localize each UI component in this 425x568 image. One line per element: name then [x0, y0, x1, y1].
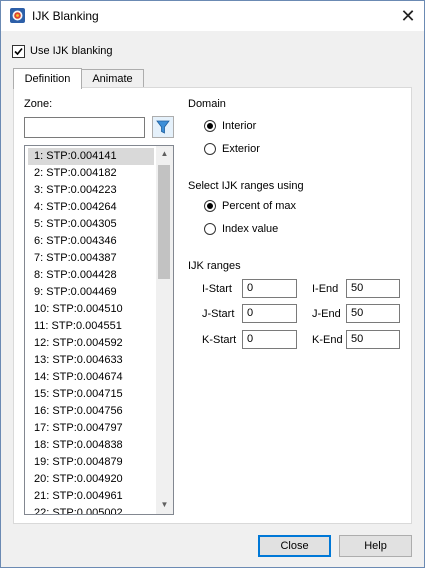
list-item[interactable]: 17: STP:0.004797	[28, 420, 154, 437]
list-item[interactable]: 12: STP:0.004592	[28, 335, 154, 352]
j-start-field[interactable]: 0	[242, 304, 297, 323]
scroll-down-icon[interactable]: ▼	[156, 500, 173, 509]
use-ijk-blanking-checkbox[interactable]	[12, 45, 25, 58]
percent-of-max-radio[interactable]	[204, 200, 216, 212]
list-item[interactable]: 1: STP:0.004141	[28, 148, 154, 165]
tab-animate-label: Animate	[92, 73, 133, 85]
tab-definition[interactable]: Definition	[13, 68, 82, 89]
exterior-label: Exterior	[222, 143, 260, 155]
scroll-thumb[interactable]	[158, 165, 170, 279]
j-start-label: J-Start	[202, 308, 235, 320]
window-title: IJK Blanking	[32, 9, 99, 23]
list-item[interactable]: 16: STP:0.004756	[28, 403, 154, 420]
i-end-field[interactable]: 50	[346, 279, 400, 298]
list-item[interactable]: 3: STP:0.004223	[28, 182, 154, 199]
scroll-up-icon[interactable]: ▲	[156, 149, 173, 158]
help-button[interactable]: Help	[339, 535, 412, 557]
zone-filter-input[interactable]	[24, 117, 145, 138]
list-item[interactable]: 15: STP:0.004715	[28, 386, 154, 403]
i-end-label: I-End	[312, 283, 339, 295]
zone-list-scrollbar[interactable]: ▲ ▼	[156, 146, 173, 514]
j-end-label: J-End	[312, 308, 341, 320]
close-window-icon[interactable]: ✕	[396, 4, 420, 28]
index-value-label: Index value	[222, 223, 279, 235]
k-start-label: K-Start	[202, 334, 237, 346]
k-end-field[interactable]: 50	[346, 330, 400, 349]
list-item[interactable]: 22: STP:0.005002	[28, 505, 154, 514]
exterior-radio[interactable]	[204, 143, 216, 155]
filter-funnel-icon	[156, 120, 170, 134]
percent-of-max-label: Percent of max	[222, 200, 296, 212]
interior-radio[interactable]	[204, 120, 216, 132]
zone-filter-button[interactable]	[152, 116, 174, 138]
list-item[interactable]: 11: STP:0.004551	[28, 318, 154, 335]
select-using-label: Select IJK ranges using	[188, 180, 304, 192]
ijk-ranges-label: IJK ranges	[188, 260, 241, 272]
close-button[interactable]: Close	[258, 535, 331, 557]
list-item[interactable]: 4: STP:0.004264	[28, 199, 154, 216]
domain-label: Domain	[188, 98, 226, 110]
list-item[interactable]: 19: STP:0.004879	[28, 454, 154, 471]
list-item[interactable]: 20: STP:0.004920	[28, 471, 154, 488]
list-item[interactable]: 13: STP:0.004633	[28, 352, 154, 369]
list-item[interactable]: 9: STP:0.004469	[28, 284, 154, 301]
interior-label: Interior	[222, 120, 257, 132]
list-item[interactable]: 5: STP:0.004305	[28, 216, 154, 233]
app-icon	[10, 8, 25, 23]
list-item[interactable]: 18: STP:0.004838	[28, 437, 154, 454]
ijk-blanking-dialog: IJK Blanking ✕ Use IJK blanking Definiti…	[0, 0, 425, 568]
index-value-radio[interactable]	[204, 223, 216, 235]
zone-label: Zone:	[24, 98, 53, 110]
zone-list[interactable]: 1: STP:0.004141 2: STP:0.004182 3: STP:0…	[24, 145, 174, 515]
checkmark-icon	[14, 47, 23, 56]
title-bar: IJK Blanking ✕	[1, 1, 424, 31]
tab-definition-label: Definition	[24, 73, 71, 85]
i-start-label: I-Start	[202, 283, 232, 295]
list-item[interactable]: 6: STP:0.004346	[28, 233, 154, 250]
list-item[interactable]: 7: STP:0.004387	[28, 250, 154, 267]
i-start-field[interactable]: 0	[242, 279, 297, 298]
list-item[interactable]: 14: STP:0.004674	[28, 369, 154, 386]
list-item[interactable]: 21: STP:0.004961	[28, 488, 154, 505]
list-item[interactable]: 10: STP:0.004510	[28, 301, 154, 318]
list-item[interactable]: 2: STP:0.004182	[28, 165, 154, 182]
use-ijk-blanking-label: Use IJK blanking	[30, 45, 113, 57]
list-item[interactable]: 8: STP:0.004428	[28, 267, 154, 284]
k-start-field[interactable]: 0	[242, 330, 297, 349]
tab-animate[interactable]: Animate	[81, 69, 144, 88]
k-end-label: K-End	[312, 334, 343, 346]
j-end-field[interactable]: 50	[346, 304, 400, 323]
